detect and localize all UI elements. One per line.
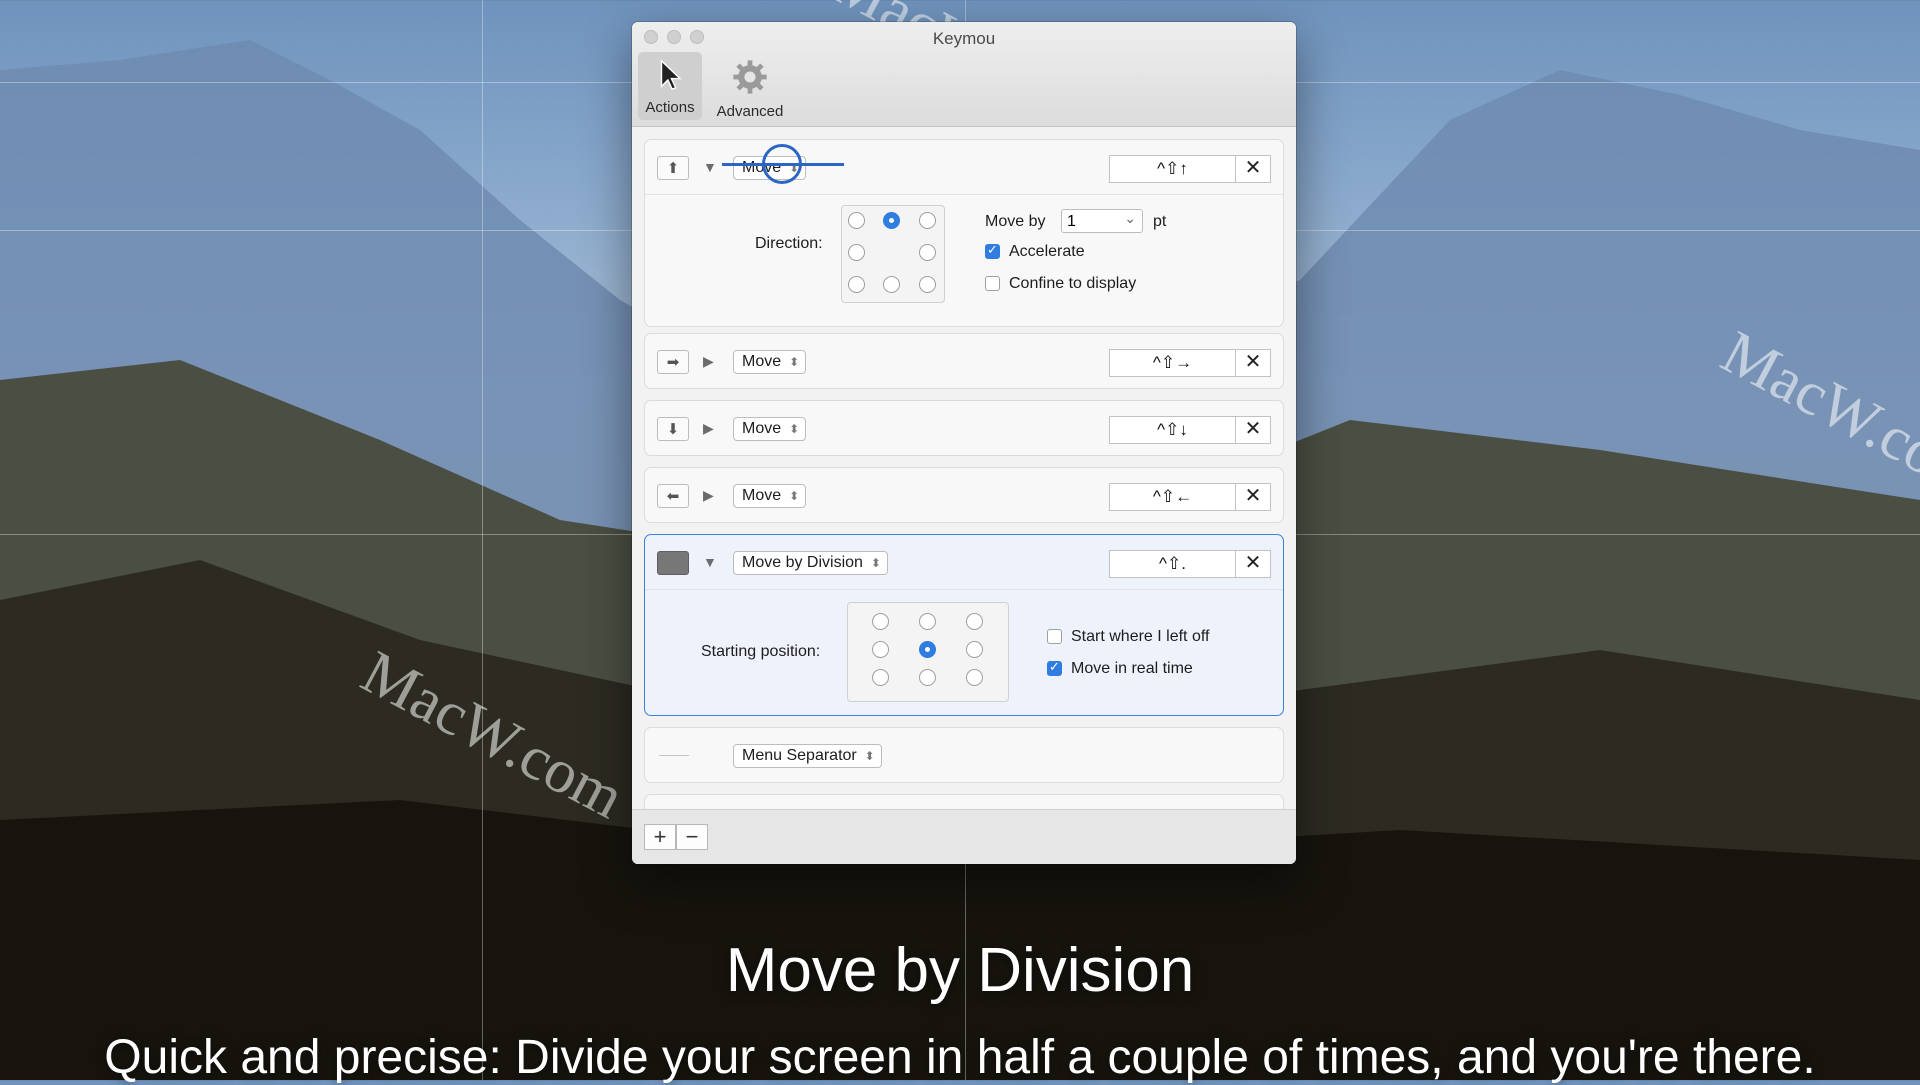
direction-radio[interactable] (848, 244, 865, 261)
disclosure-triangle-expanded[interactable]: ▼ (703, 554, 717, 570)
starting-position-label: Starting position: (701, 643, 821, 660)
position-radio[interactable] (872, 669, 889, 686)
move-real-time-label: Move in real time (1071, 660, 1193, 677)
toolbar-actions-button[interactable]: Actions (638, 52, 702, 120)
position-radio[interactable] (966, 669, 983, 686)
remove-action-button[interactable]: − (676, 824, 708, 850)
shortcut-field[interactable]: ^⇧. ✕ (1109, 550, 1271, 578)
disclosure-triangle-collapsed[interactable]: ▶ (703, 487, 714, 504)
start-left-off-label: Start where I left off (1071, 628, 1210, 645)
confine-checkbox[interactable] (985, 276, 1000, 291)
shortcut-keys: ^⇧↓ (1157, 420, 1188, 439)
start-left-off-checkbox[interactable] (1047, 629, 1062, 644)
cursor-arrow-icon (660, 59, 682, 91)
move-detail-pane: Direction: Move by 1 pt Accelerate C (645, 194, 1283, 325)
shortcut-keys: ^⇧. (1159, 554, 1186, 573)
shortcut-keys: ^⇧→ (1152, 353, 1193, 372)
action-row-move-by-division[interactable]: ▼ Move by Division ^⇧. ✕ Starting positi… (644, 534, 1284, 716)
move-by-label: Move by (985, 213, 1046, 230)
direction-radio[interactable] (919, 244, 936, 261)
clear-shortcut-button[interactable]: ✕ (1235, 350, 1270, 376)
direction-label: Direction: (755, 235, 823, 252)
position-radio[interactable] (919, 613, 936, 630)
watermark: MacW.com (1710, 318, 1920, 513)
action-row-move-down[interactable]: ⬇ ▶ Move ^⇧↓ ✕ (644, 400, 1284, 456)
keymou-window: Keymou Actions Advanced ⬆ ▼ Move ⬍ ^⇧↑ ✕… (632, 22, 1296, 864)
position-radio[interactable] (966, 641, 983, 658)
arrow-left-icon: ⬅ (657, 484, 689, 508)
accelerate-label: Accelerate (1009, 243, 1085, 260)
row-header: ⬆ ▼ Move ^⇧↑ ✕ (645, 140, 1283, 194)
row-header: Menu Separator (645, 728, 1283, 782)
action-row-partial[interactable] (644, 794, 1284, 810)
action-row-move-up[interactable]: ⬆ ▼ Move ^⇧↑ ✕ Direction: (644, 139, 1284, 327)
clear-shortcut-button[interactable]: ✕ (1235, 484, 1270, 510)
division-detail-pane: Starting position: Start where I left of… (645, 589, 1283, 714)
shortcut-keys: ^⇧← (1152, 487, 1193, 506)
add-action-button[interactable]: + (644, 824, 676, 850)
drag-target-circle-icon (762, 144, 802, 184)
row-header: ➡ ▶ Move ^⇧→ ✕ (645, 334, 1283, 388)
unit-label: pt (1153, 213, 1167, 230)
row-header: ⬅ ▶ Move ^⇧← ✕ (645, 468, 1283, 522)
shortcut-field[interactable]: ^⇧↑ ✕ (1109, 155, 1271, 183)
disclosure-triangle-expanded[interactable]: ▼ (703, 159, 717, 175)
row-header: ⬇ ▶ Move ^⇧↓ ✕ (645, 401, 1283, 455)
action-row-move-right[interactable]: ➡ ▶ Move ^⇧→ ✕ (644, 333, 1284, 389)
window-title: Keymou (932, 29, 996, 48)
row-header: ▼ Move by Division ^⇧. ✕ (645, 535, 1283, 589)
toolbar-actions-label: Actions (645, 99, 695, 116)
move-by-combo[interactable]: 1 (1061, 206, 1143, 233)
starting-position-radio-grid (847, 602, 1009, 702)
direction-radio[interactable] (919, 212, 936, 229)
shortcut-field[interactable]: ^⇧↓ ✕ (1109, 416, 1271, 444)
watermark: MacW.com (350, 638, 635, 833)
clear-shortcut-button[interactable]: ✕ (1235, 417, 1270, 443)
action-popup[interactable]: Menu Separator (733, 744, 882, 768)
actions-list: ⬆ ▼ Move ^⇧↑ ✕ Direction: (632, 127, 1296, 810)
confine-label: Confine to display (1009, 275, 1137, 292)
position-radio[interactable] (872, 641, 889, 658)
direction-radio[interactable] (848, 212, 865, 229)
action-popup[interactable]: Move (733, 350, 807, 374)
shortcut-field[interactable]: ^⇧← ✕ (1109, 483, 1271, 511)
clear-shortcut-button[interactable]: ✕ (1235, 156, 1270, 182)
action-row-move-left[interactable]: ⬅ ▶ Move ^⇧← ✕ (644, 467, 1284, 523)
accelerate-checkbox[interactable] (985, 242, 1000, 259)
toolbar-advanced-label: Advanced (716, 103, 784, 120)
direction-radio[interactable] (848, 276, 865, 293)
gear-icon (733, 60, 767, 94)
action-popup[interactable]: Move by Division (733, 551, 888, 575)
title-bar: Keymou Actions Advanced (632, 22, 1296, 127)
division-icon (657, 551, 689, 575)
disclosure-triangle-collapsed[interactable]: ▶ (703, 353, 714, 370)
action-popup[interactable]: Move (733, 417, 807, 441)
caption-title: Move by Division (725, 936, 1195, 1005)
clear-shortcut-button[interactable]: ✕ (1235, 551, 1270, 577)
direction-radio[interactable] (919, 276, 936, 293)
position-radio[interactable] (966, 613, 983, 630)
caption-subtitle: Quick and precise: Divide your screen in… (104, 1031, 1816, 1084)
shortcut-keys: ^⇧↑ (1157, 159, 1188, 178)
action-row-menu-separator[interactable]: Menu Separator (644, 727, 1284, 783)
arrow-down-icon: ⬇ (657, 417, 689, 441)
arrow-right-icon: ➡ (657, 350, 689, 374)
position-radio-selected[interactable] (919, 641, 936, 658)
action-popup[interactable]: Move (733, 484, 807, 508)
bottom-bar: + − (632, 809, 1296, 864)
direction-radio-selected[interactable] (883, 212, 900, 229)
position-radio[interactable] (872, 613, 889, 630)
shortcut-field[interactable]: ^⇧→ ✕ (1109, 349, 1271, 377)
move-real-time-checkbox[interactable] (1047, 659, 1062, 676)
direction-radio[interactable] (883, 276, 900, 293)
position-radio[interactable] (919, 669, 936, 686)
toolbar-advanced-button[interactable]: Advanced (708, 52, 792, 120)
disclosure-triangle-collapsed[interactable]: ▶ (703, 420, 714, 437)
direction-radio-grid (841, 205, 945, 303)
arrow-up-icon: ⬆ (657, 156, 689, 180)
separator-icon (659, 755, 689, 756)
